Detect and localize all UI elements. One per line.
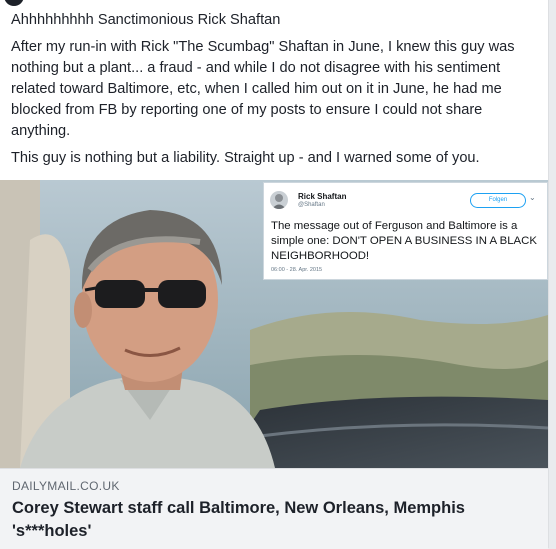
chevron-down-icon[interactable]: ⌄: [529, 193, 536, 202]
post-text: Ahhhhhhhhh Sanctimonious Rick Shaftan Af…: [11, 10, 539, 175]
link-preview-caption[interactable]: DAILYMAIL.CO.UK Corey Stewart staff call…: [0, 468, 548, 549]
avatar[interactable]: [4, 0, 24, 6]
post-paragraph-2: This guy is nothing but a liability. Str…: [11, 150, 480, 166]
post-paragraph-1: After my run-in with Rick "The Scumbag" …: [11, 39, 515, 139]
follow-button[interactable]: Folgen: [470, 193, 526, 208]
user-photo-icon: [272, 194, 286, 209]
link-preview-image[interactable]: Rick Shaftan @Shaftan Folgen ⌄ The messa…: [0, 180, 548, 468]
tweet-author-handle: @Shaftan: [298, 202, 325, 208]
tweet-avatar: [270, 191, 288, 209]
tweet-date: 06:00 - 28. Apr. 2015: [271, 267, 323, 273]
link-domain: DAILYMAIL.CO.UK: [12, 479, 120, 493]
post-title-line: Ahhhhhhhhh Sanctimonious Rick Shaftan: [11, 12, 281, 28]
tweet-author-name: Rick Shaftan: [298, 192, 347, 201]
facebook-post: Ahhhhhhhhh Sanctimonious Rick Shaftan Af…: [0, 0, 549, 549]
tweet-text: The message out of Ferguson and Baltimor…: [271, 220, 537, 262]
embedded-tweet: Rick Shaftan @Shaftan Folgen ⌄ The messa…: [263, 182, 548, 280]
link-headline[interactable]: Corey Stewart staff call Baltimore, New …: [12, 497, 532, 543]
